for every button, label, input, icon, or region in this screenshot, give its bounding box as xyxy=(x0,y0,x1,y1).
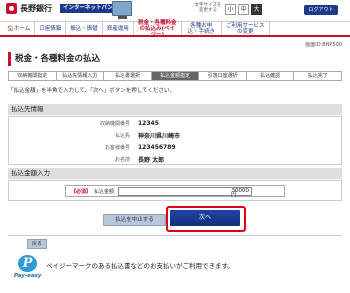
page-title-bar: 税金・各種料金の払込 xyxy=(8,52,342,66)
amount-unit: 円 xyxy=(231,192,237,198)
row-value: 12345 xyxy=(138,119,159,127)
row-value: 長野 太郎 xyxy=(138,156,165,164)
page-title: 税金・各種料金の払込 xyxy=(15,54,101,64)
step-item: 払込先情報入力 xyxy=(56,71,105,81)
screen-id: 画面ID:BNP500 xyxy=(305,42,342,48)
payee-section-heading: 払込先情報 xyxy=(8,104,342,115)
amount-label: 払込金額 xyxy=(94,188,115,195)
row-label: 払込先 xyxy=(114,132,130,139)
nav-tax-payment[interactable]: 税金・各種料金の払込み(ペイジー) xyxy=(134,20,182,38)
bank-logo[interactable]: 長野銀行 xyxy=(6,3,52,14)
payee-info-table: 収納機関番号 12345 払込先 神奈川県川崎市 お客様番号 123456789… xyxy=(8,116,342,165)
row-value: 123456789 xyxy=(138,143,176,151)
required-badge: 【必須】 xyxy=(71,188,92,195)
amount-section-heading: 払込金額入力 xyxy=(8,168,342,179)
font-size-medium-button[interactable]: 中 xyxy=(238,4,249,15)
step-item-current: 払込金額指定 xyxy=(151,71,200,81)
nav-asset-management[interactable]: 資産運用 xyxy=(103,22,134,35)
amount-field-row: 【必須】 払込金額 xyxy=(65,185,285,197)
font-size-label: 文字サイズを変更する xyxy=(194,3,222,13)
payeasy-p-icon: P xyxy=(18,255,37,272)
amount-panel: 【必須】 払込金額 xyxy=(8,180,342,201)
table-row: お客様番号 123456789 xyxy=(9,141,341,153)
table-row: 収納機関番号 12345 xyxy=(9,117,341,129)
instruction-text: 「払込金額」を半角で入力して、「次へ」ボタンを押してください。 xyxy=(8,88,175,94)
next-button[interactable]: 次へ xyxy=(170,210,240,226)
global-nav: 🏠 ホーム 口座情報 振込・振替 資産運用 税金・各種料金の払込み(ペイジー) 各… xyxy=(0,20,350,38)
nav-account-info[interactable]: 口座情報 xyxy=(35,22,67,35)
step-item: 払込書選択 xyxy=(104,71,152,81)
nav-transfer[interactable]: 振込・振替 xyxy=(66,22,103,35)
payeasy-note: ペイジーマークのある払込書などのお支払いがご利用できます。 xyxy=(46,262,234,270)
row-value: 神奈川県川崎市 xyxy=(138,132,181,140)
logout-button[interactable]: ログアウト xyxy=(304,5,338,15)
divider xyxy=(8,235,342,236)
row-label: 収納機関番号 xyxy=(99,120,130,127)
top-header: 長野銀行 インターネットバンキング 文字サイズを変更する 小 中 大 ログアウト xyxy=(0,0,350,21)
nav-service-change[interactable]: ご利用サービスの変更 xyxy=(222,22,270,35)
payeasy-logo: P Pay-easy xyxy=(14,255,44,289)
font-size-small-button[interactable]: 小 xyxy=(225,4,236,15)
back-button[interactable]: 戻る xyxy=(27,239,47,249)
step-item: 引落口座選択 xyxy=(199,71,247,81)
step-item: 収納機関指定 xyxy=(9,71,57,81)
bank-name: 長野銀行 xyxy=(20,4,52,13)
row-label: お名前 xyxy=(114,156,130,163)
step-item: 払込確認 xyxy=(246,71,295,81)
home-icon: 🏠 xyxy=(7,25,14,32)
table-row: 払込先 神奈川県川崎市 xyxy=(9,129,341,141)
nav-home-label: ホーム xyxy=(13,25,31,32)
computer-monitor-icon xyxy=(112,1,132,19)
table-row: お名前 長野 太郎 xyxy=(9,153,341,165)
bank-logo-icon xyxy=(6,3,17,14)
step-item: 払込完了 xyxy=(294,71,343,81)
nav-applications[interactable]: 各種お申込・手続き xyxy=(182,22,222,35)
payeasy-logo-text: Pay-easy xyxy=(14,273,42,279)
font-size-large-button[interactable]: 大 xyxy=(251,4,262,15)
nav-home[interactable]: 🏠 ホーム xyxy=(0,22,36,35)
cancel-payment-button[interactable]: 払込を中止する xyxy=(103,214,166,226)
row-label: お客様番号 xyxy=(104,144,130,151)
step-indicator: 収納機関指定 払込先情報入力 払込書選択 払込金額指定 引落口座選択 払込確認 … xyxy=(8,71,343,81)
